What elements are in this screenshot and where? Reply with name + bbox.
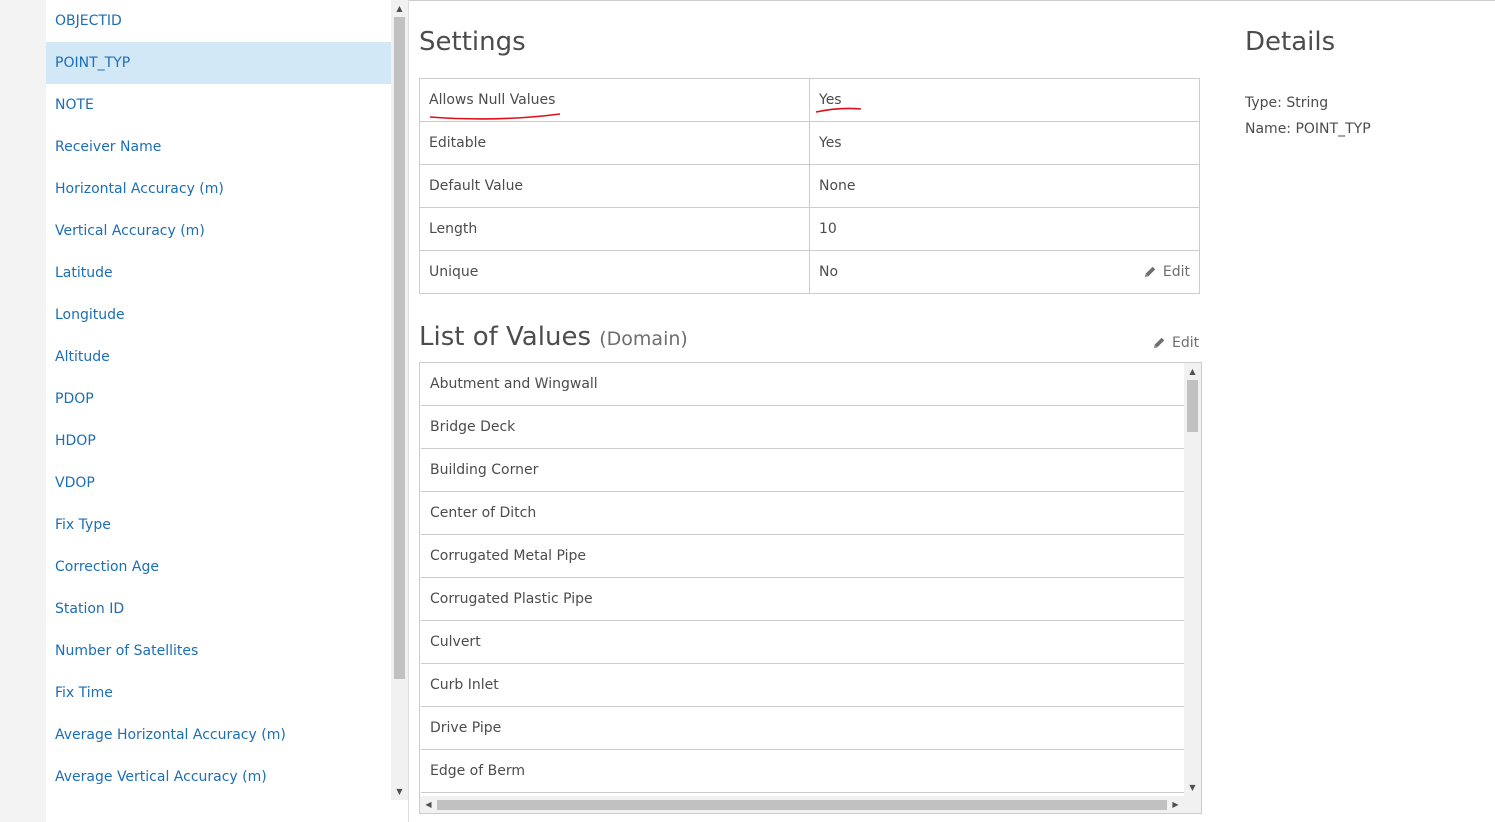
details-heading: Details (1245, 27, 1336, 57)
settings-label: Length (419, 207, 810, 251)
settings-label-text: Editable (429, 135, 487, 151)
settings-row: Unique No Edit (419, 250, 1200, 294)
scroll-right-arrow-icon[interactable]: ▶ (1167, 796, 1184, 813)
pencil-icon (1153, 337, 1165, 349)
field-list-item[interactable]: Fix Time (46, 672, 391, 714)
domain-value-item[interactable]: Bridge Deck (421, 406, 1185, 449)
field-list-item[interactable]: OBJECTID (46, 0, 391, 42)
settings-value-text: No (819, 264, 839, 280)
settings-edit-label: Edit (1162, 264, 1190, 280)
settings-value: Yes (809, 121, 1200, 165)
scrollbar-thumb[interactable] (437, 800, 1167, 810)
details-name: Name: POINT_TYP (1245, 121, 1371, 137)
list-of-values-heading: List of Values (Domain) (419, 322, 688, 352)
red-underline-annotation (815, 107, 862, 113)
pencil-icon (1144, 266, 1156, 278)
settings-table: Allows Null Values Yes Editable Yes Default … (419, 78, 1200, 294)
field-list-item[interactable]: Average Vertical Accuracy (m) (46, 756, 391, 798)
settings-label: Unique (419, 250, 810, 294)
domain-value-item[interactable]: Abutment and Wingwall (421, 363, 1185, 406)
settings-label-text: Length (429, 221, 478, 237)
scroll-up-arrow-icon[interactable]: ▲ (391, 0, 408, 17)
field-list-item[interactable]: Station ID (46, 588, 391, 630)
field-list-item[interactable]: HDOP (46, 420, 391, 462)
top-border (408, 0, 1495, 1)
left-gutter (0, 0, 46, 822)
field-list-item[interactable]: Receiver Name (46, 126, 391, 168)
field-list-item[interactable]: Altitude (46, 336, 391, 378)
panel-divider (408, 0, 409, 822)
field-list-item[interactable]: Average Horizontal Accuracy (m) (46, 714, 391, 756)
scrollbar-thumb[interactable] (394, 17, 405, 679)
scrollbar-thumb[interactable] (1187, 380, 1198, 432)
list-of-values-horizontal-scrollbar[interactable]: ◀ ▶ (420, 796, 1201, 813)
scroll-up-arrow-icon[interactable]: ▲ (1184, 363, 1201, 380)
domain-value-item[interactable]: Building Corner (421, 449, 1185, 492)
list-of-values-box: Abutment and Wingwall Bridge Deck Building… (419, 362, 1202, 814)
settings-value-text: Yes (819, 135, 842, 151)
settings-label-text: Allows Null Values (429, 92, 556, 108)
settings-label-text: Default Value (429, 178, 524, 194)
field-list-item[interactable]: Correction Age (46, 546, 391, 588)
settings-value: No Edit (809, 250, 1200, 294)
settings-row: Default Value None (419, 164, 1200, 208)
settings-value: None (809, 164, 1200, 208)
scroll-down-arrow-icon[interactable]: ▼ (391, 783, 408, 800)
domain-value-item[interactable]: Drive Pipe (421, 707, 1185, 750)
field-list-item[interactable]: PDOP (46, 378, 391, 420)
field-list-item[interactable]: Horizontal Accuracy (m) (46, 168, 391, 210)
domain-value-item[interactable]: Corrugated Plastic Pipe (421, 578, 1185, 621)
settings-row: Length 10 (419, 207, 1200, 251)
domain-value-item[interactable]: Corrugated Metal Pipe (421, 535, 1185, 578)
field-list-item[interactable]: NOTE (46, 84, 391, 126)
red-underline-annotation (429, 113, 561, 120)
settings-row: Allows Null Values Yes (419, 78, 1200, 122)
list-of-values-subtitle: (Domain) (599, 328, 688, 350)
settings-value-text: 10 (819, 221, 837, 237)
list-of-values-title: List of Values (419, 322, 591, 352)
field-list-item[interactable]: Fix Type (46, 504, 391, 546)
field-list-item[interactable]: VDOP (46, 462, 391, 504)
field-list: OBJECTID POINT_TYP NOTE Receiver Name Horizo… (46, 0, 391, 800)
settings-label: Allows Null Values (419, 78, 810, 122)
scroll-left-arrow-icon[interactable]: ◀ (420, 796, 437, 813)
settings-edit-button[interactable]: Edit (1143, 264, 1190, 280)
domain-edit-button[interactable]: Edit (1152, 335, 1199, 351)
settings-label-text: Unique (429, 264, 479, 280)
list-of-values-list: Abutment and Wingwall Bridge Deck Building… (421, 363, 1185, 793)
settings-label: Default Value (419, 164, 810, 208)
settings-value-text: None (819, 178, 856, 194)
list-of-values-vertical-scrollbar[interactable]: ▲ ▼ (1184, 363, 1201, 796)
domain-value-item[interactable]: Edge of Berm (421, 750, 1185, 793)
domain-value-item[interactable]: Curb Inlet (421, 664, 1185, 707)
settings-heading: Settings (419, 27, 526, 57)
scroll-down-arrow-icon[interactable]: ▼ (1184, 779, 1201, 796)
details-type: Type: String (1245, 95, 1329, 111)
field-list-item[interactable]: Vertical Accuracy (m) (46, 210, 391, 252)
settings-value: 10 (809, 207, 1200, 251)
field-list-item[interactable]: Latitude (46, 252, 391, 294)
domain-edit-label: Edit (1172, 335, 1200, 351)
settings-label: Editable (419, 121, 810, 165)
settings-row: Editable Yes (419, 121, 1200, 165)
domain-value-item[interactable]: Culvert (421, 621, 1185, 664)
field-list-item[interactable]: Number of Satellites (46, 630, 391, 672)
domain-value-item[interactable]: Center of Ditch (421, 492, 1185, 535)
settings-value: Yes (809, 78, 1200, 122)
field-list-item[interactable]: POINT_TYP (46, 42, 391, 84)
field-list-item[interactable]: Longitude (46, 294, 391, 336)
field-list-scrollbar[interactable]: ▲ ▼ (391, 0, 408, 800)
